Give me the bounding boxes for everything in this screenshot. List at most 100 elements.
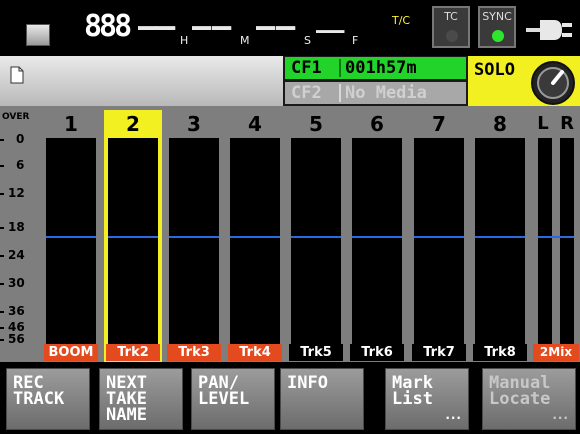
channel-level-meter xyxy=(352,138,402,344)
channel-name[interactable]: Trk2 xyxy=(106,344,160,361)
more-options-icon: ··· xyxy=(445,411,462,425)
channel-number[interactable]: 7 xyxy=(410,110,468,138)
scale-tick xyxy=(0,165,4,167)
scale-label: 30 xyxy=(8,276,25,290)
scale-tick xyxy=(0,283,4,285)
function-button[interactable]: Mark List ··· xyxy=(385,368,469,430)
channel-strip[interactable]: 4 Trk4 xyxy=(226,106,284,362)
channel-reference-line xyxy=(414,236,464,238)
scale-label: 18 xyxy=(8,220,25,234)
channel-reference-line xyxy=(108,236,158,238)
channel-name[interactable]: Trk3 xyxy=(167,344,221,361)
solo-label: SOLO xyxy=(474,60,515,80)
channel-strip[interactable]: 6 Trk6 xyxy=(348,106,406,362)
scale-label: OVER xyxy=(2,112,30,122)
mix-left-label: L xyxy=(537,113,549,134)
scale-tick xyxy=(0,311,4,313)
channel-level-meter xyxy=(230,138,280,344)
sync-led-icon xyxy=(492,30,504,42)
channel-reference-line xyxy=(352,236,402,238)
plug-icon xyxy=(526,20,572,40)
tc-indicator-label: TC xyxy=(444,10,458,23)
mix-name-label[interactable]: 2Mix xyxy=(533,344,579,361)
channel-number[interactable]: 8 xyxy=(471,110,529,138)
timecode-dash: – xyxy=(276,7,296,45)
channel-name[interactable]: Trk8 xyxy=(473,344,527,361)
timecode-unit-hours: H xyxy=(180,34,189,47)
channel-strip[interactable]: 8 Trk8 xyxy=(471,106,529,362)
channel-level-meter xyxy=(291,138,341,344)
stop-icon xyxy=(26,24,50,46)
cf1-slot-label: CF1 xyxy=(291,58,322,78)
status-bar: 888 – – H – – M – – S – – F T/C TC SYNC xyxy=(0,0,580,54)
channel-name[interactable]: Trk4 xyxy=(228,344,282,361)
cf1-remaining-time: 001h57m xyxy=(345,58,417,78)
channel-level-meter xyxy=(414,138,464,344)
timecode-mode-label: T/C xyxy=(392,14,411,27)
timecode-unit-minutes: M xyxy=(240,34,250,47)
channel-number[interactable]: 6 xyxy=(348,110,406,138)
cf1-status: CF1 001h57m xyxy=(285,57,466,79)
media-card-panel: CF1 001h57m CF2 No Media xyxy=(283,56,468,106)
scale-label: 0 xyxy=(16,132,25,146)
function-button-bar: REC TRACK NEXT TAKE NAME PAN/ LEVEL INFO Mar… xyxy=(0,362,580,434)
timecode-unit-frames: F xyxy=(352,34,359,47)
file-icon xyxy=(10,66,24,84)
channel-reference-line xyxy=(475,236,525,238)
function-button[interactable]: INFO xyxy=(280,368,364,430)
channel-name[interactable]: BOOM xyxy=(44,344,98,361)
function-button-label: Mark List xyxy=(392,373,433,409)
timecode-display: 888 – – H – – M – – S – – F xyxy=(72,10,392,54)
channel-name[interactable]: Trk5 xyxy=(289,344,343,361)
channel-strip[interactable]: 1 BOOM xyxy=(42,106,100,362)
scale-tick xyxy=(0,339,4,341)
scale-label: 56 xyxy=(8,332,25,346)
channel-strip[interactable]: 5 Trk5 xyxy=(287,106,345,362)
mix-right-label: R xyxy=(560,113,574,134)
channel-strip[interactable]: 2 Trk2 xyxy=(104,106,162,362)
cf2-status: CF2 No Media xyxy=(285,82,466,104)
meter-scale: OVER 0 6 12 18 24 30 36 46 56 xyxy=(0,106,42,362)
timecode-hours: 888 xyxy=(84,9,132,44)
scale-tick xyxy=(0,327,4,329)
more-options-icon: ··· xyxy=(552,411,569,425)
scale-label: 12 xyxy=(8,186,25,200)
channel-level-meter xyxy=(169,138,219,344)
channel-number[interactable]: 4 xyxy=(226,110,284,138)
scale-tick xyxy=(0,227,4,229)
timecode-dash: – xyxy=(316,16,331,44)
channel-name[interactable]: Trk6 xyxy=(350,344,404,361)
cf2-slot-label: CF2 xyxy=(291,83,322,103)
timecode-dash: – xyxy=(138,7,158,45)
channel-number[interactable]: 1 xyxy=(42,110,100,138)
solo-knob-icon[interactable] xyxy=(530,60,576,106)
mix-right-meter xyxy=(560,138,574,344)
timecode-dash: – xyxy=(330,16,345,44)
sync-indicator: SYNC xyxy=(478,6,516,48)
channel-number[interactable]: 2 xyxy=(104,110,162,138)
channel-name[interactable]: Trk7 xyxy=(412,344,466,361)
channel-level-meter xyxy=(108,138,158,344)
cf2-separator xyxy=(339,84,341,102)
scale-label: 36 xyxy=(8,304,25,318)
scale-tick xyxy=(0,193,4,195)
function-button-label: REC TRACK xyxy=(13,373,65,409)
function-button-label: Manual Locate xyxy=(489,373,551,409)
channel-strip[interactable]: 3 Trk3 xyxy=(165,106,223,362)
stereo-mix-strip: L R 2Mix xyxy=(530,106,580,362)
function-button[interactable]: PAN/ LEVEL xyxy=(191,368,275,430)
info-row: CF1 001h57m CF2 No Media SOLO xyxy=(0,56,580,106)
channel-number[interactable]: 5 xyxy=(287,110,345,138)
file-name-bar[interactable] xyxy=(0,56,283,106)
channel-reference-line xyxy=(291,236,341,238)
channel-level-meter xyxy=(46,138,96,344)
function-button[interactable]: REC TRACK xyxy=(6,368,90,430)
scale-label: 6 xyxy=(16,158,25,172)
sync-indicator-label: SYNC xyxy=(482,10,512,23)
channel-number[interactable]: 3 xyxy=(165,110,223,138)
function-button: Manual Locate ··· xyxy=(482,368,576,430)
function-button[interactable]: NEXT TAKE NAME xyxy=(99,368,183,430)
channel-strip[interactable]: 7 Trk7 xyxy=(410,106,468,362)
function-button-label: INFO xyxy=(287,373,328,393)
timecode-dash: – xyxy=(256,7,276,45)
